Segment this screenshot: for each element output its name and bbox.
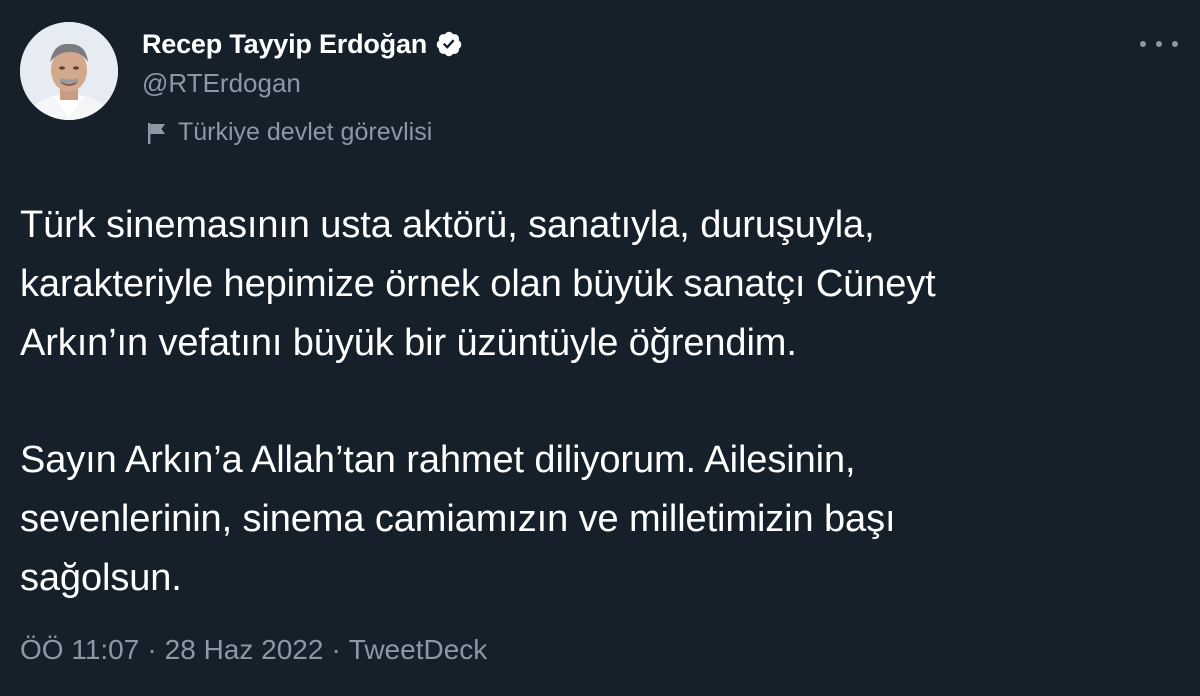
tweet-time[interactable]: ÖÖ 11:07 xyxy=(20,634,139,665)
tweet-meta: ÖÖ 11:07 · 28 Haz 2022 · TweetDeck xyxy=(20,634,487,666)
author-handle[interactable]: @RTErdogan xyxy=(142,68,301,99)
meta-separator: · xyxy=(147,634,157,665)
avatar[interactable] xyxy=(20,22,118,120)
more-dot xyxy=(1140,41,1146,47)
tweet-card: Recep Tayyip Erdoğan @RTErdogan Türkiye … xyxy=(0,0,1200,696)
more-dot xyxy=(1172,41,1178,47)
tweet-text: Türk sinemasının usta aktörü, sanatıyla,… xyxy=(20,196,1180,608)
tweet-paragraph-2: Sayın Arkın’a Allah’tan rahmet diliyorum… xyxy=(20,439,896,599)
tweet-date[interactable]: 28 Haz 2022 xyxy=(165,634,324,665)
flag-icon xyxy=(146,121,168,145)
tweet-source[interactable]: TweetDeck xyxy=(349,634,488,665)
verified-badge-icon xyxy=(435,30,463,58)
government-label-text: Türkiye devlet görevlisi xyxy=(178,118,433,146)
more-horizontal-icon[interactable] xyxy=(1140,30,1178,58)
government-label[interactable]: Türkiye devlet görevlisi xyxy=(146,118,432,147)
tweet-paragraph-1: Türk sinemasının usta aktörü, sanatıyla,… xyxy=(20,204,936,364)
more-dot xyxy=(1156,41,1162,47)
author-name-row[interactable]: Recep Tayyip Erdoğan xyxy=(142,26,463,62)
author-display-name[interactable]: Recep Tayyip Erdoğan xyxy=(142,29,427,60)
avatar-photo xyxy=(20,22,118,120)
meta-separator: · xyxy=(331,634,341,665)
